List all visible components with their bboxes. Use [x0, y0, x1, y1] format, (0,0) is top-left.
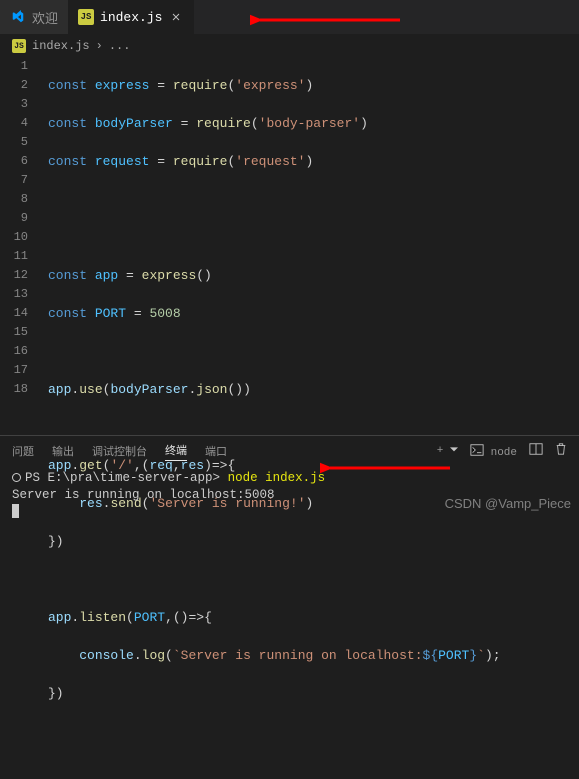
- line-number: 10: [0, 228, 28, 247]
- breadcrumb-more: ...: [109, 39, 131, 53]
- tab-label: 欢迎: [32, 8, 58, 27]
- new-terminal-button[interactable]: +: [437, 445, 458, 457]
- tab-label: index.js: [100, 10, 162, 25]
- panel-tab-debug-console[interactable]: 调试控制台: [92, 443, 147, 459]
- line-number: 5: [0, 133, 28, 152]
- line-number: 12: [0, 266, 28, 285]
- vscode-icon: [10, 9, 26, 25]
- annotation-arrow-icon: [250, 10, 410, 30]
- line-number-gutter: 1 2 3 4 5 6 7 8 9 10 11 12 13 14 15 16 1…: [0, 57, 48, 435]
- breadcrumb[interactable]: JS index.js › ...: [0, 35, 579, 57]
- annotation-arrow-icon: [320, 458, 460, 478]
- line-number: 9: [0, 209, 28, 228]
- panel-tab-problems[interactable]: 问题: [12, 443, 34, 459]
- js-file-icon: JS: [78, 9, 94, 25]
- line-number: 16: [0, 342, 28, 361]
- line-number: 7: [0, 171, 28, 190]
- tab-index-js[interactable]: JS index.js: [68, 0, 194, 34]
- code-area[interactable]: const express = require('express') const…: [48, 57, 579, 435]
- line-number: 17: [0, 361, 28, 380]
- terminal-prompt: PS E:\pra\time-server-app>: [25, 471, 220, 485]
- line-number: 11: [0, 247, 28, 266]
- trash-icon[interactable]: [555, 442, 567, 460]
- line-number: 15: [0, 323, 28, 342]
- line-number: 14: [0, 304, 28, 323]
- breadcrumb-separator: ›: [96, 39, 103, 53]
- breadcrumb-file: index.js: [32, 39, 90, 53]
- panel-tab-terminal[interactable]: 终端: [165, 442, 187, 461]
- prompt-icon: [12, 473, 21, 482]
- split-terminal-icon[interactable]: [529, 442, 543, 460]
- line-number: 8: [0, 190, 28, 209]
- line-number: 2: [0, 76, 28, 95]
- js-file-icon: JS: [12, 39, 26, 53]
- line-number: 18: [0, 380, 28, 399]
- panel-tab-output[interactable]: 输出: [52, 443, 74, 459]
- terminal-command: node index.js: [228, 471, 326, 485]
- tab-welcome[interactable]: 欢迎: [0, 0, 68, 34]
- watermark: CSDN @Vamp_Piece: [445, 496, 571, 511]
- line-number: 6: [0, 152, 28, 171]
- line-number: 1: [0, 57, 28, 76]
- terminal-cursor: [12, 504, 19, 518]
- line-number: 3: [0, 95, 28, 114]
- terminal-profile[interactable]: node: [470, 443, 517, 459]
- editor[interactable]: 1 2 3 4 5 6 7 8 9 10 11 12 13 14 15 16 1…: [0, 57, 579, 435]
- line-number: 4: [0, 114, 28, 133]
- panel-tab-ports[interactable]: 端口: [205, 443, 227, 459]
- line-number: 13: [0, 285, 28, 304]
- close-icon[interactable]: [168, 9, 184, 25]
